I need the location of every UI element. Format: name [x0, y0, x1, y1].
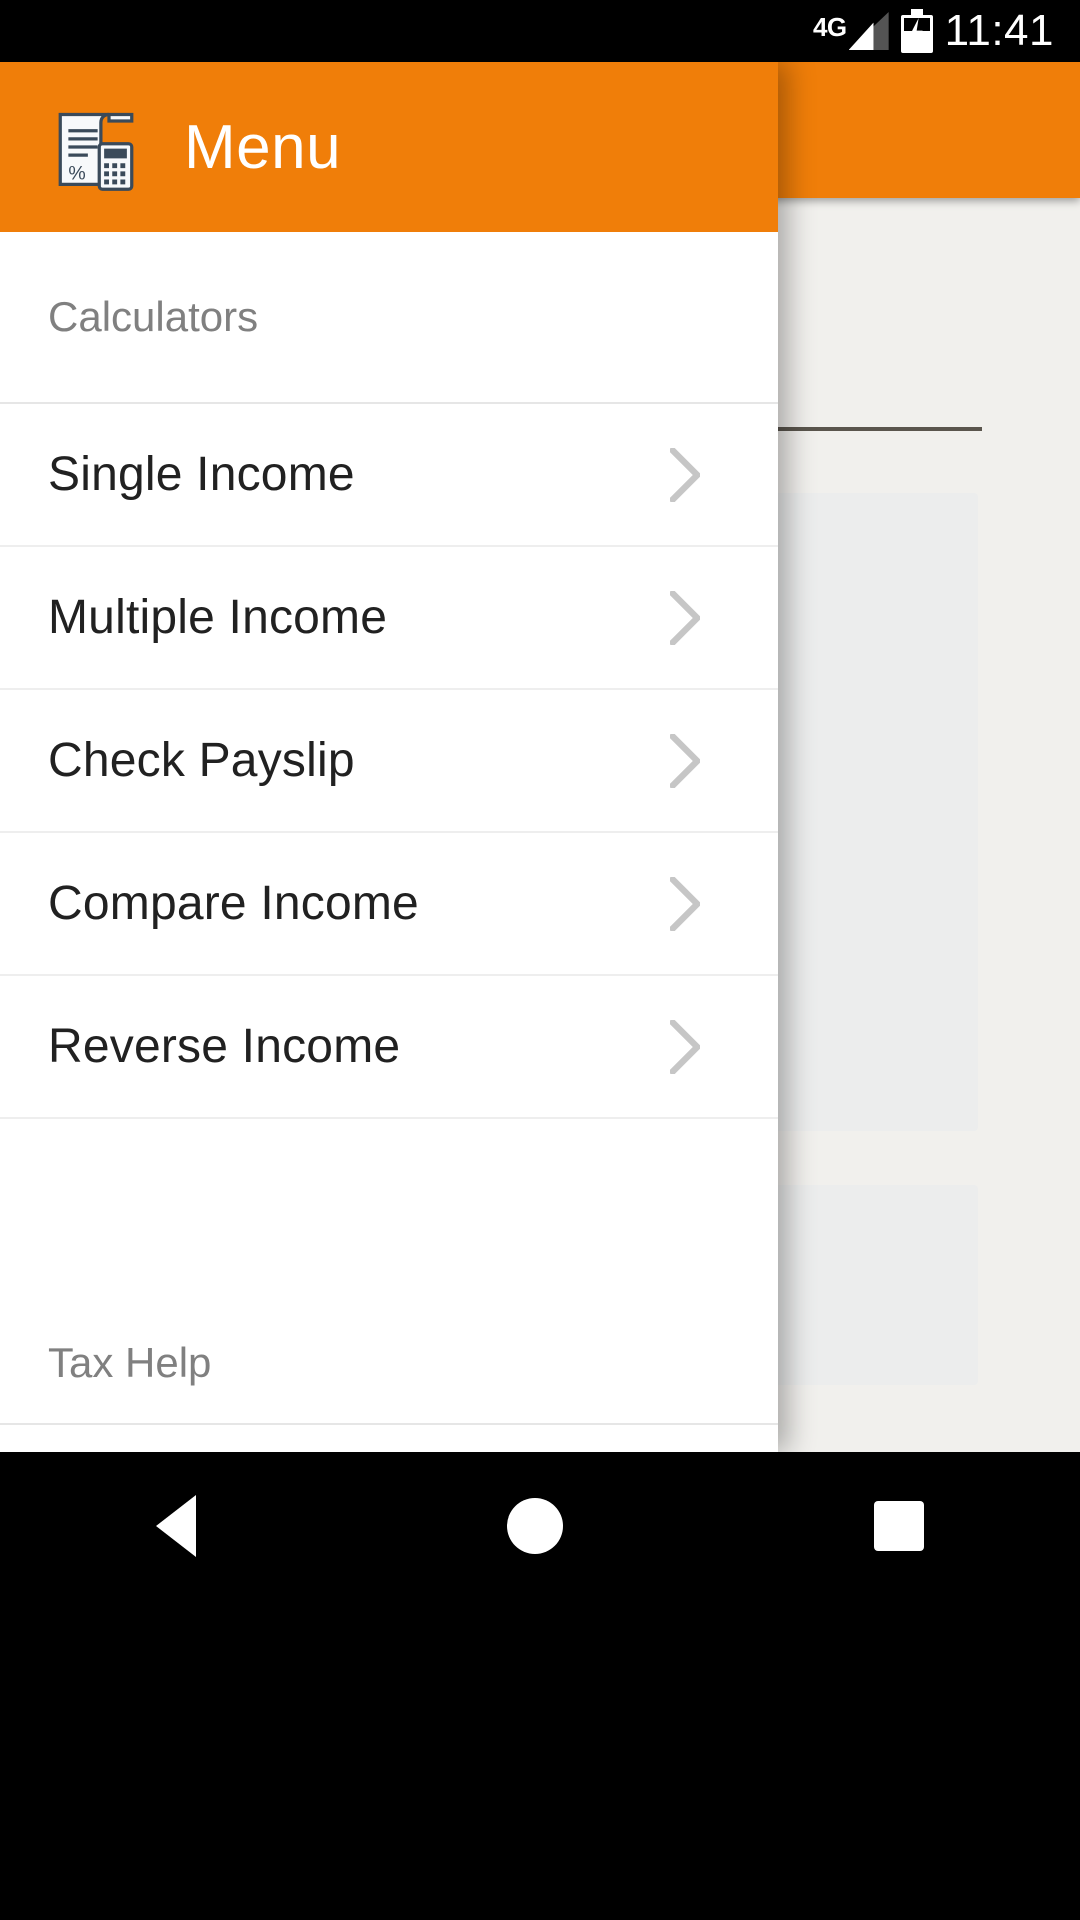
battery-charging-icon [900, 9, 933, 53]
menu-item-label: Single Income [48, 448, 355, 501]
network-indicator: 4G [813, 12, 889, 50]
sidebar-item-tax-rates[interactable]: Tax Rates [0, 1425, 778, 1452]
navigation-drawer: % Menu Calculators Single Income Multipl… [0, 62, 778, 1452]
menu-item-label: Multiple Income [48, 591, 388, 644]
clock-label: 11:41 [944, 6, 1054, 55]
menu-item-label: Check Payslip [48, 734, 355, 787]
svg-text:%: % [68, 163, 85, 185]
signal-bars-icon [848, 12, 889, 50]
section-header-tax-help: Tax Help [0, 1119, 778, 1425]
chevron-right-icon [670, 590, 700, 645]
sidebar-item-reverse-income[interactable]: Reverse Income [0, 976, 778, 1119]
back-triangle-icon[interactable] [155, 1495, 196, 1557]
sidebar-item-multiple-income[interactable]: Multiple Income [0, 547, 778, 690]
chevron-right-icon [670, 1019, 700, 1074]
drawer-menu-list: Calculators Single Income Multiple Incom… [0, 232, 778, 1452]
sidebar-item-compare-income[interactable]: Compare Income [0, 833, 778, 976]
section-header-label: Tax Help [48, 1339, 212, 1386]
chevron-right-icon [670, 876, 700, 931]
system-nav-bar [0, 1452, 1080, 1920]
recents-square-icon[interactable] [874, 1501, 925, 1551]
section-header-calculators: Calculators [0, 232, 778, 404]
home-circle-icon[interactable] [506, 1498, 563, 1554]
chevron-right-icon [670, 733, 700, 788]
section-header-label: Calculators [48, 293, 259, 340]
menu-item-label: Reverse Income [48, 1020, 401, 1073]
sidebar-item-single-income[interactable]: Single Income [0, 404, 778, 547]
document-calculator-icon: % [58, 112, 134, 191]
sidebar-item-check-payslip[interactable]: Check Payslip [0, 690, 778, 833]
drawer-title: Menu [184, 112, 342, 182]
phone-screen: 4G 11:41 UK Tax Calculators Calculate ta… [0, 0, 1080, 1920]
status-bar: 4G 11:41 [0, 0, 1080, 62]
chevron-right-icon [670, 447, 700, 502]
network-type-label: 4G [812, 12, 847, 42]
drawer-header: % Menu [0, 62, 778, 232]
menu-item-label: Compare Income [48, 877, 419, 930]
